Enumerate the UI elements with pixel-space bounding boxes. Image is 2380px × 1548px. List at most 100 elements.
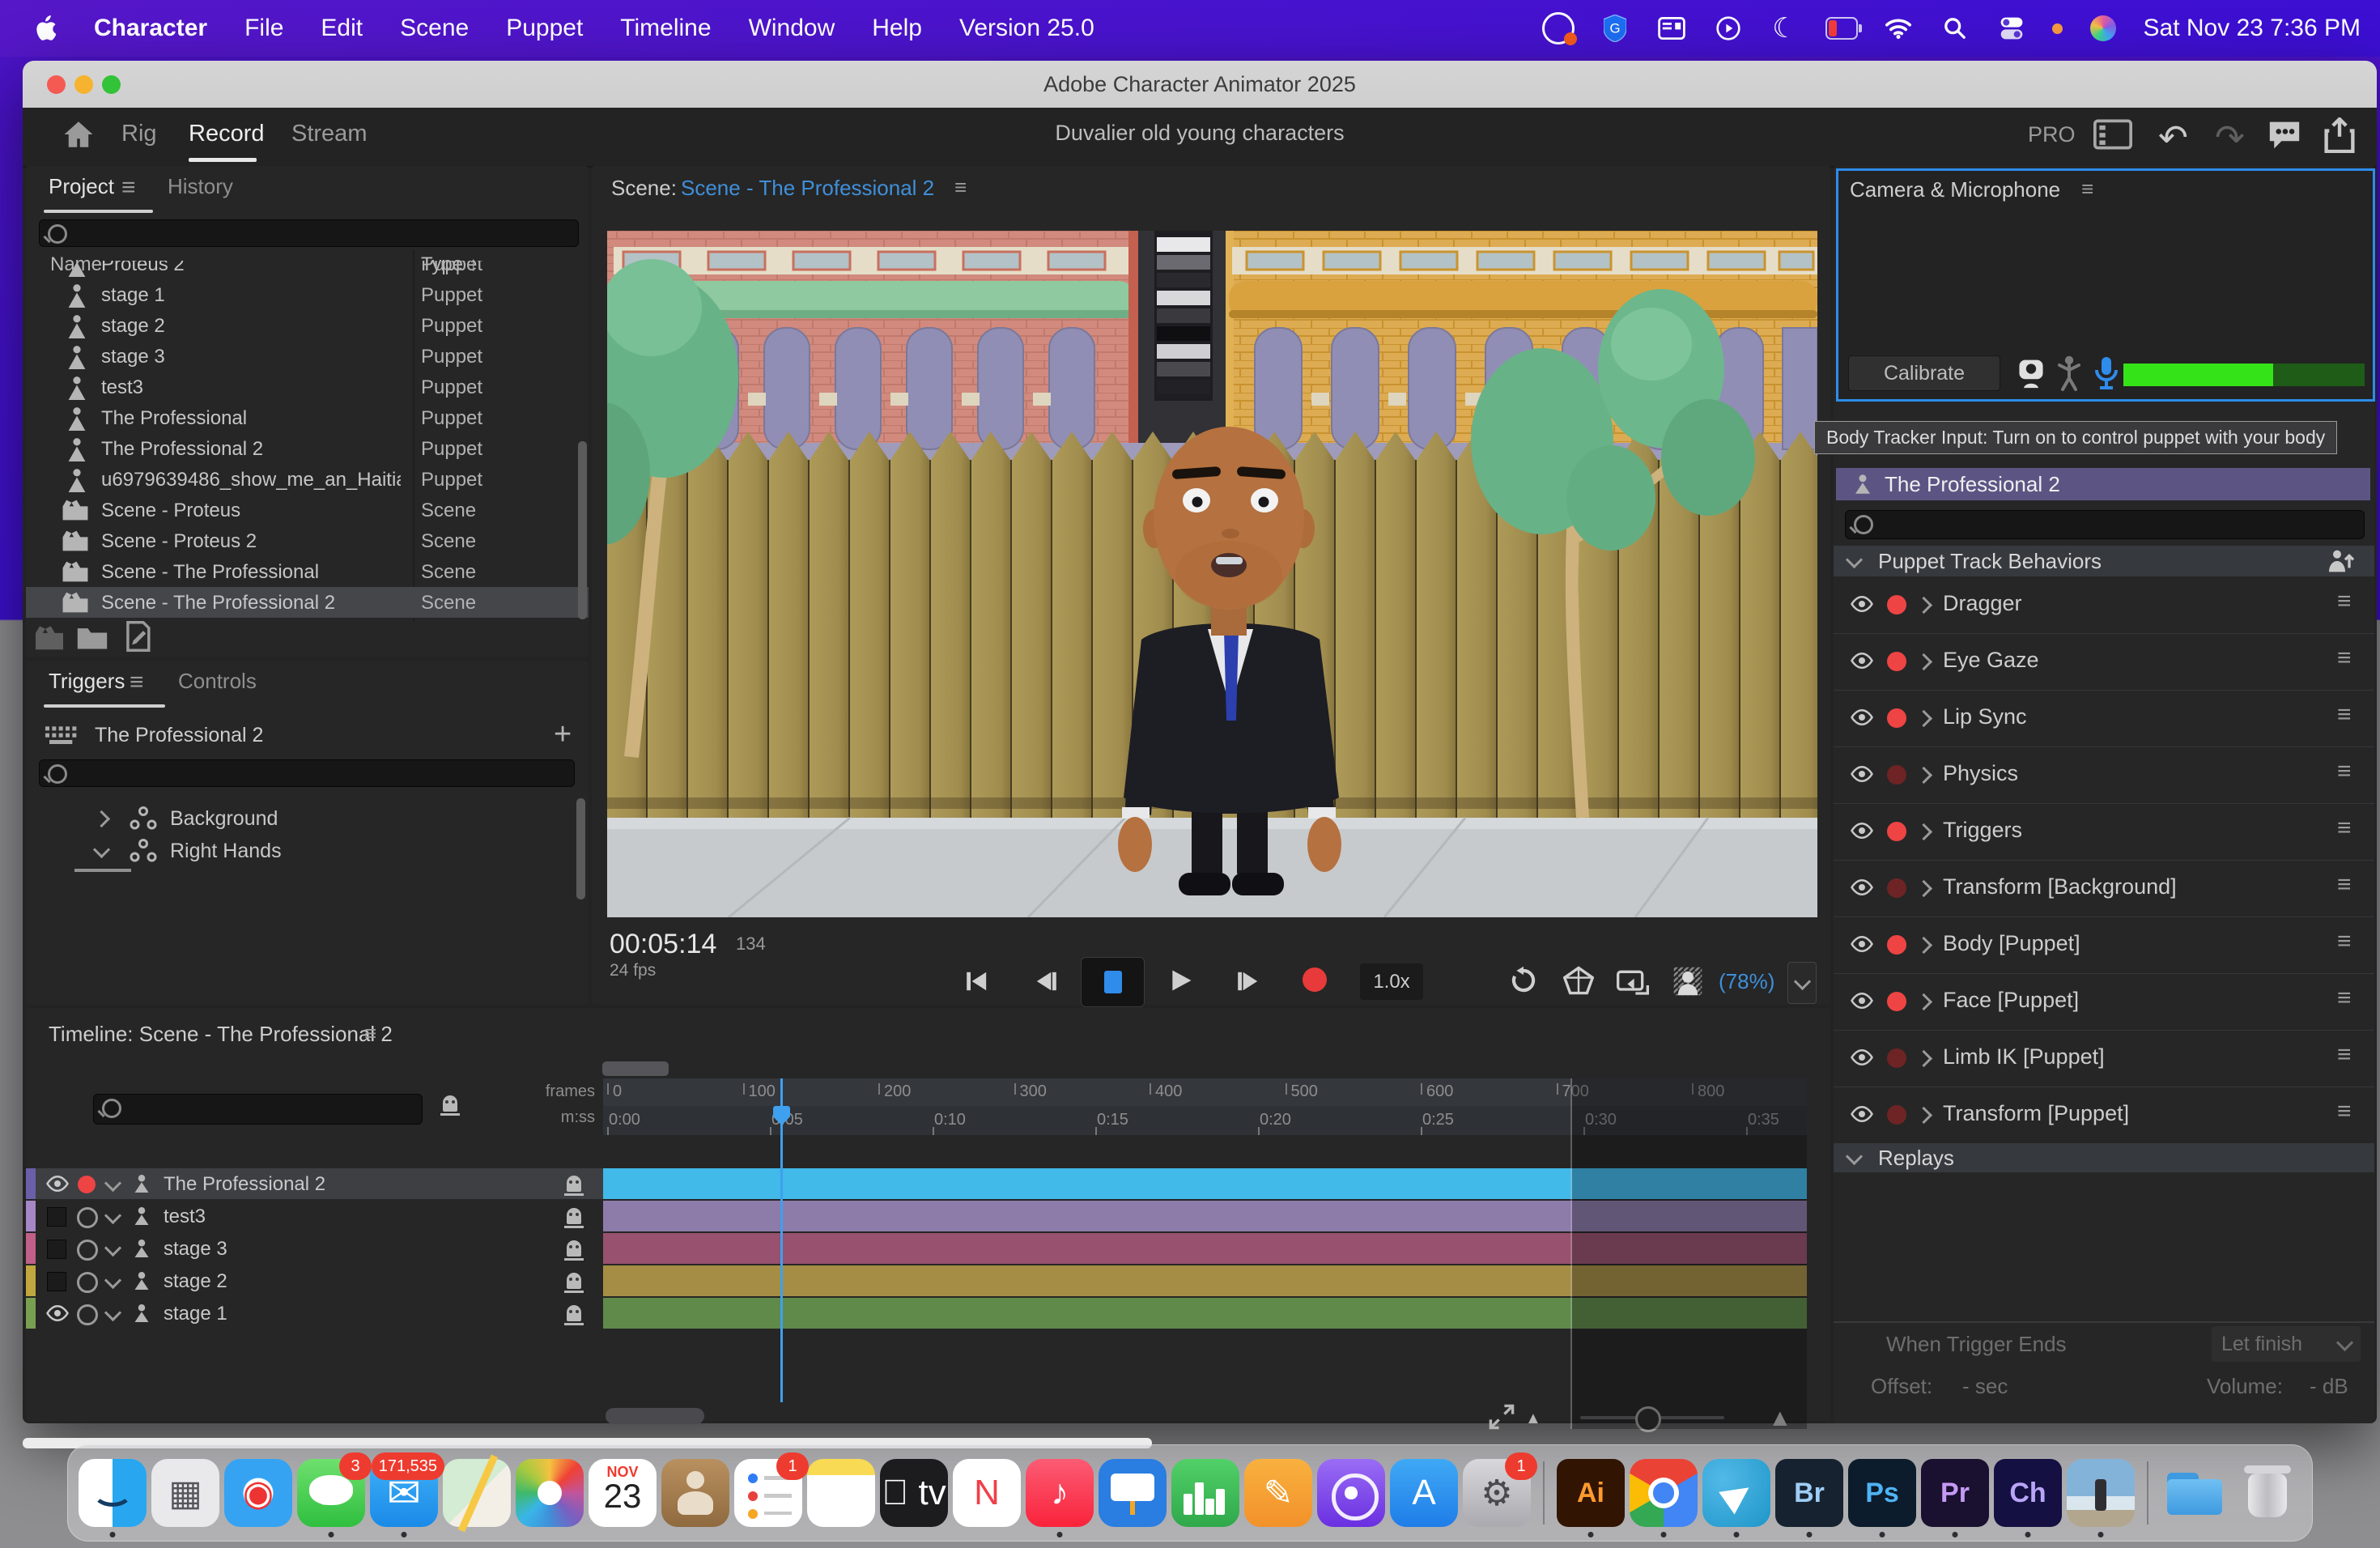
record-button[interactable] (1303, 968, 1327, 992)
arm-for-record-dot[interactable] (1887, 992, 1906, 1011)
dock-icon-podcasts[interactable] (1317, 1459, 1385, 1527)
arm-for-record-dot[interactable] (1887, 878, 1906, 898)
timeline-track-test3[interactable]: test3 (26, 1201, 603, 1231)
new-item-icon[interactable] (123, 621, 152, 656)
scene-link[interactable]: Scene - The Professional 2 (681, 176, 934, 201)
apple-menu-icon[interactable] (29, 12, 62, 45)
add-trigger-button[interactable]: + (554, 717, 572, 752)
dock-icon-keynote[interactable] (1099, 1459, 1167, 1527)
dock-icon-launchpad[interactable]: ▦ (151, 1459, 219, 1527)
behavior-menu-icon[interactable]: ≡ (2337, 703, 2352, 727)
control-center-icon[interactable] (1995, 12, 2028, 45)
chevron-right-icon[interactable] (1915, 597, 1932, 614)
new-folder-icon[interactable] (76, 623, 108, 655)
behavior-row-body-puppet-[interactable]: Body [Puppet]≡ (1834, 916, 2374, 974)
eye-icon[interactable] (1850, 709, 1874, 725)
timeline-scrollbar[interactable] (606, 1408, 704, 1424)
eye-icon[interactable] (1850, 766, 1874, 782)
project-scrollbar[interactable] (578, 441, 587, 619)
behavior-menu-icon[interactable]: ≡ (2337, 1043, 2352, 1067)
chevron-down-icon[interactable] (104, 1175, 121, 1192)
behavior-menu-icon[interactable]: ≡ (2337, 646, 2352, 670)
chevron-right-icon[interactable] (1915, 767, 1932, 784)
eye-icon[interactable] (45, 1176, 70, 1192)
selected-puppet-row[interactable]: The Professional 2 (1836, 468, 2370, 500)
panel-layout-icon[interactable] (2093, 119, 2132, 154)
eye-icon[interactable] (1850, 879, 1874, 895)
menu-clock[interactable]: Sat Nov 23 7:36 PM (2144, 15, 2361, 42)
behavior-row-face-puppet-[interactable]: Face [Puppet]≡ (1834, 973, 2374, 1031)
arm-for-record-circle[interactable] (77, 1272, 98, 1293)
go-to-start-button[interactable] (964, 969, 990, 993)
arm-for-record-circle[interactable] (77, 1207, 98, 1228)
visibility-checkbox[interactable] (47, 1207, 66, 1227)
behavior-row-dragger[interactable]: Dragger≡ (1834, 576, 2374, 634)
focus-moon-icon[interactable]: ☾ (1769, 12, 1801, 45)
project-row[interactable]: The ProfessionalPuppet (26, 402, 589, 433)
trigger-tree-row[interactable]: Background (26, 803, 589, 834)
behavior-row-transform-background-[interactable]: Transform [Background]≡ (1834, 860, 2374, 917)
tab-triggers[interactable]: Triggers (49, 669, 125, 694)
eye-icon[interactable] (1850, 823, 1874, 839)
chevron-right-icon[interactable] (93, 810, 110, 827)
menu-item-edit[interactable]: Edit (321, 15, 363, 42)
dock-icon-trash[interactable] (2233, 1459, 2301, 1527)
hide-ghost-button[interactable] (443, 1095, 457, 1116)
next-frame-button[interactable] (1235, 969, 1261, 993)
volume-value[interactable]: - dB (2310, 1374, 2348, 1399)
timeline-track-stage-2[interactable]: stage 2 (26, 1265, 603, 1296)
arm-for-record-dot[interactable] (1887, 822, 1906, 841)
arm-for-record-circle[interactable] (77, 1240, 98, 1261)
person-arrange-icon[interactable] (2327, 549, 2355, 579)
dock-icon-downloads-folder[interactable] (2161, 1459, 2229, 1527)
menu-item-timeline[interactable]: Timeline (620, 15, 711, 42)
timeline-panel-menu-icon[interactable]: ≡ (364, 1023, 376, 1044)
chevron-down-icon[interactable] (104, 1272, 121, 1289)
project-panel-menu-icon[interactable]: ≡ (121, 176, 136, 200)
share-icon[interactable] (2323, 117, 2356, 157)
dock-icon-safari[interactable]: ◉ (224, 1459, 292, 1527)
wifi-icon[interactable] (1882, 12, 1915, 45)
snapshot-icon[interactable] (1563, 966, 1594, 995)
chevron-right-icon[interactable] (1915, 653, 1932, 670)
timeline-track-stage-3[interactable]: stage 3 (26, 1233, 603, 1264)
project-row[interactable]: test3Puppet (26, 372, 589, 402)
arm-for-record-dot[interactable] (1887, 765, 1906, 785)
behavior-menu-icon[interactable]: ≡ (2337, 986, 2352, 1010)
screen-share-icon[interactable] (1617, 968, 1649, 995)
chevron-down-icon[interactable] (104, 1207, 121, 1224)
play-status-icon[interactable] (1712, 12, 1745, 45)
eye-icon[interactable] (1850, 1106, 1874, 1122)
dock-icon-photos[interactable] (516, 1459, 584, 1527)
dock-icon-contacts[interactable] (661, 1459, 729, 1527)
loop-icon[interactable] (1508, 966, 1539, 995)
playback-speed[interactable]: 1.0x (1360, 963, 1423, 1000)
dock-icon-numbers[interactable] (1171, 1459, 1239, 1527)
previous-frame-button[interactable] (1033, 969, 1059, 993)
arm-for-record-dot[interactable] (1887, 1048, 1906, 1068)
project-search-input[interactable] (39, 219, 579, 247)
chevron-right-icon[interactable] (1915, 710, 1932, 727)
project-row[interactable]: stage 1Puppet (26, 279, 589, 310)
dock-icon-music[interactable]: ♪ (1026, 1459, 1094, 1527)
behavior-menu-icon[interactable]: ≡ (2337, 929, 2352, 954)
dock-icon-chrome[interactable] (1630, 1459, 1698, 1527)
eye-icon[interactable] (1850, 653, 1874, 669)
dock-icon-apple-tv[interactable]:  tv (880, 1459, 948, 1527)
arm-for-record-dot[interactable] (1887, 1105, 1906, 1125)
behavior-menu-icon[interactable]: ≡ (2337, 759, 2352, 784)
eye-icon[interactable] (1850, 596, 1874, 612)
tab-controls[interactable]: Controls (178, 669, 257, 694)
project-row-partial[interactable]: Proteus 2Puppet (26, 261, 589, 279)
behavior-row-lip-sync[interactable]: Lip Sync≡ (1834, 690, 2374, 747)
dock-icon-notes[interactable] (807, 1459, 875, 1527)
behaviors-search-input[interactable] (1845, 510, 2365, 539)
dock-icon-telegram[interactable]: ▶ (1702, 1459, 1770, 1527)
behavior-menu-icon[interactable]: ≡ (2337, 816, 2352, 840)
window-manager-icon[interactable] (1655, 12, 1688, 45)
dock-icon-illustrator[interactable]: Ai (1557, 1459, 1625, 1527)
shield-status-icon[interactable]: G (1599, 12, 1631, 45)
behavior-menu-icon[interactable]: ≡ (2337, 1099, 2352, 1124)
arm-for-record-circle[interactable] (77, 1304, 98, 1325)
dock-icon-finder[interactable] (79, 1459, 147, 1527)
